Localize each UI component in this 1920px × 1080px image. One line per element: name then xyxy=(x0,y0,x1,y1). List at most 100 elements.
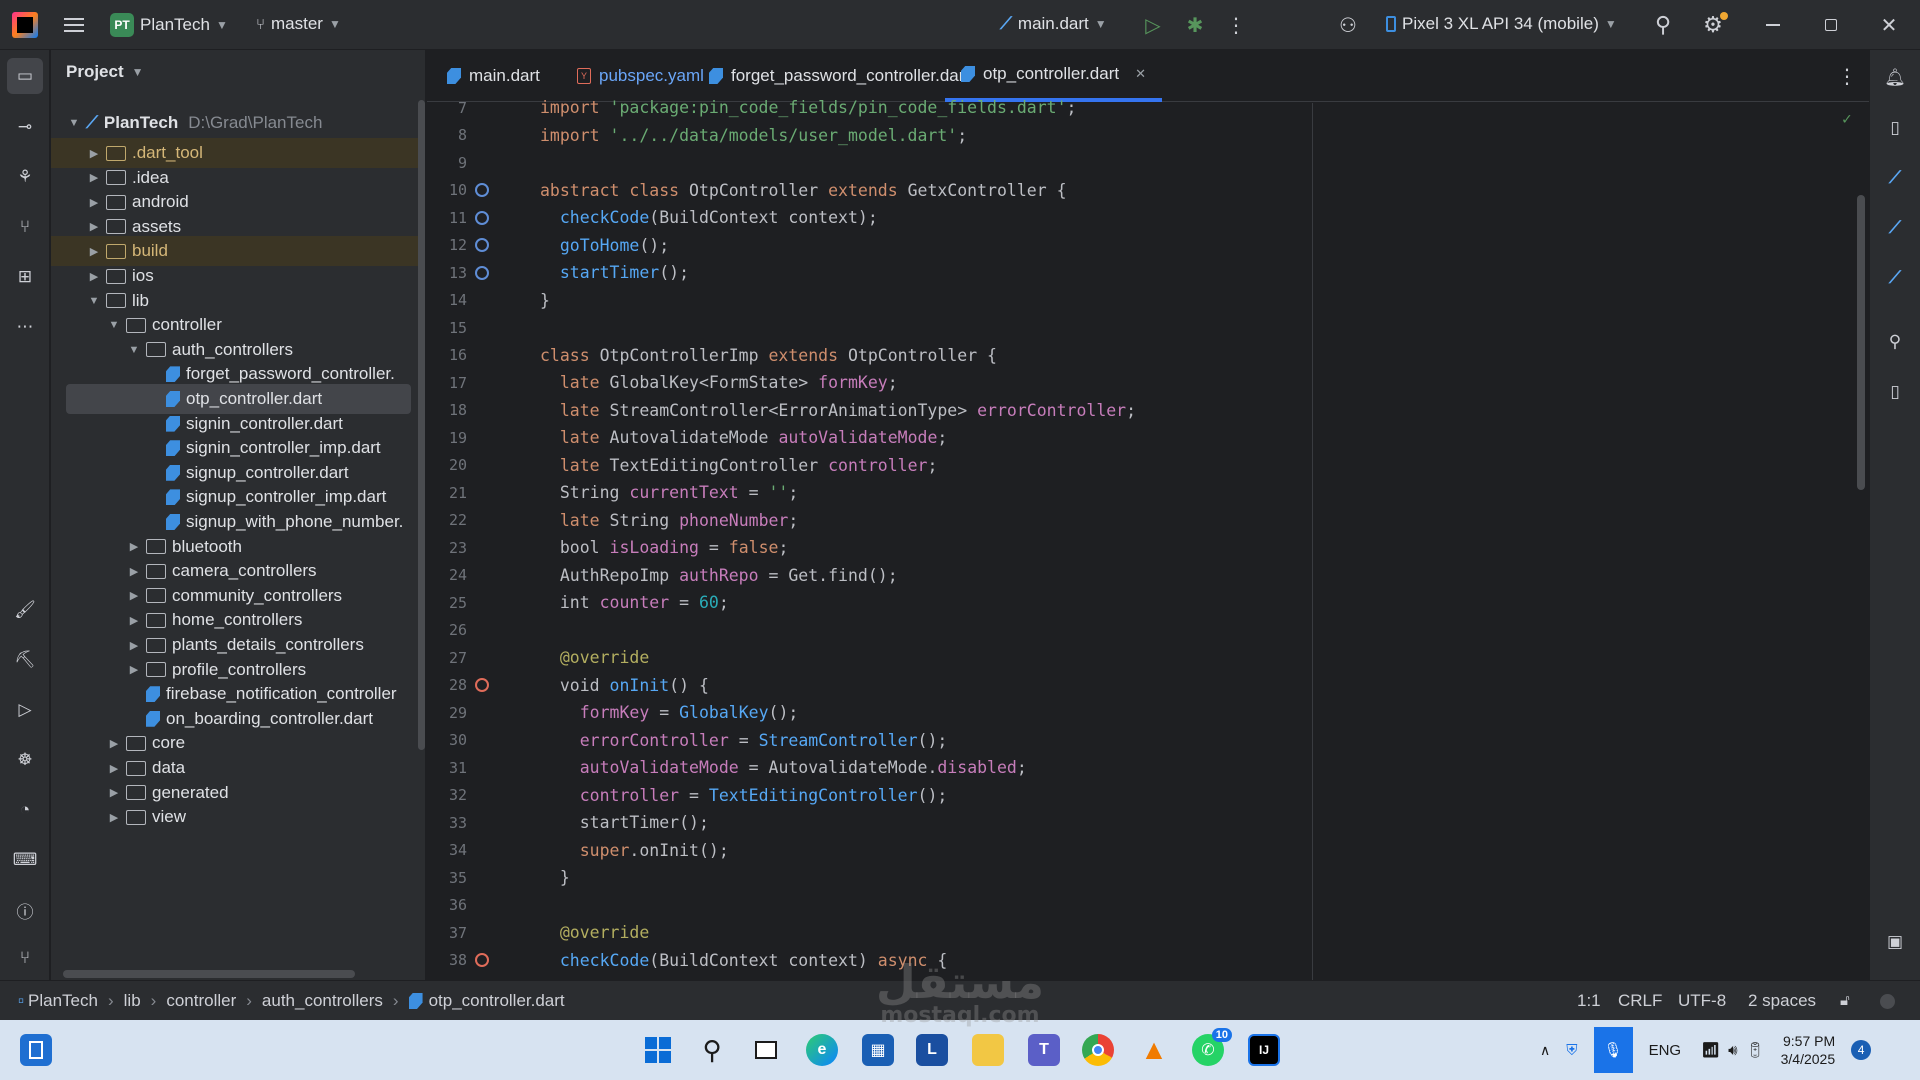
read-only-lock-icon[interactable]: 🔓︎ xyxy=(1840,992,1850,1009)
file-encoding[interactable]: UTF-8 xyxy=(1678,991,1726,1011)
file-explorer-icon[interactable] xyxy=(972,1034,1004,1066)
code-line[interactable]: 29 formKey = GlobalKey(); xyxy=(427,699,1869,726)
code-line[interactable]: 34 super.onInit(); xyxy=(427,837,1869,864)
pull-requests-icon[interactable]: ⑂ xyxy=(10,212,40,242)
memory-indicator-icon[interactable] xyxy=(1880,994,1895,1009)
code-line[interactable]: 28 void onInit() { xyxy=(427,672,1869,699)
device-manager-icon[interactable]: ▯ xyxy=(1881,114,1909,142)
problems-icon[interactable]: ⓘ xyxy=(10,895,40,925)
chevron-down-icon[interactable]: ▼ xyxy=(126,344,142,356)
code-line[interactable]: 8 import '../../data/models/user_model.da… xyxy=(427,122,1869,149)
breadcrumb-item[interactable]: otp_controller.dart xyxy=(429,991,565,1011)
chevron-right-icon[interactable]: ▶ xyxy=(106,762,122,775)
code-line[interactable]: 24 AuthRepoImp authRepo = Get.find(); xyxy=(427,562,1869,589)
chevron-right-icon[interactable]: ▶ xyxy=(126,639,142,652)
task-view-icon[interactable] xyxy=(750,1034,782,1066)
chevron-right-icon[interactable]: ▶ xyxy=(86,220,102,233)
implemented-gutter-icon[interactable] xyxy=(475,265,489,280)
chevron-right-icon[interactable]: ▶ xyxy=(126,663,142,676)
whatsapp-icon[interactable]: ✆ 10 xyxy=(1192,1028,1232,1066)
code-line[interactable]: 15 xyxy=(427,314,1869,341)
app-logo-icon[interactable] xyxy=(12,12,38,38)
microphone-icon[interactable]: 🎙︎ xyxy=(1593,1027,1633,1073)
minimize-icon[interactable] xyxy=(1760,12,1786,38)
code-line[interactable]: 23 bool isLoading = false; xyxy=(427,534,1869,561)
code-line[interactable]: 10 abstract class OtpController extends G… xyxy=(427,177,1869,204)
code-line[interactable]: 31 autoValidateMode = AutovalidateMode.d… xyxy=(427,754,1869,781)
input-language[interactable]: ENG xyxy=(1649,1042,1682,1059)
chevron-right-icon[interactable]: ▶ xyxy=(106,811,122,824)
settings-icon[interactable]: ⚙ xyxy=(1700,12,1728,38)
line-ending[interactable]: CRLF xyxy=(1618,991,1662,1011)
version-control-icon[interactable]: ⑂ xyxy=(10,943,40,973)
lightshot-icon[interactable]: L xyxy=(916,1034,948,1066)
terminal-icon[interactable]: ⌨ xyxy=(10,845,40,875)
restore-icon[interactable] xyxy=(1818,12,1844,38)
device-selector[interactable]: Pixel 3 XL API 34 (mobile) ▼ xyxy=(1386,14,1617,34)
notification-badge[interactable]: 4 xyxy=(1851,1040,1872,1060)
structure-icon[interactable]: ⚘ xyxy=(10,162,40,192)
implemented-gutter-icon[interactable] xyxy=(475,183,489,197)
code-line[interactable]: 36 xyxy=(427,892,1869,919)
project-folder-icon[interactable]: ▭ xyxy=(7,58,43,94)
code-line[interactable]: 13 startTimer(); xyxy=(427,259,1869,286)
caret-position[interactable]: 1:1 xyxy=(1577,991,1601,1011)
chevron-right-icon[interactable]: ▶ xyxy=(86,245,102,258)
chevron-down-icon[interactable]: ▼ xyxy=(106,319,122,331)
code-line[interactable]: 18 late StreamController<ErrorAnimationT… xyxy=(427,397,1869,424)
project-panel-header[interactable]: Project ▼ xyxy=(66,62,144,82)
resource-manager-icon[interactable]: ⊞ xyxy=(10,262,40,292)
code-line[interactable]: 35 } xyxy=(427,864,1869,891)
breadcrumb-item[interactable]: lib xyxy=(124,991,141,1011)
editor-scrollbar[interactable] xyxy=(1857,195,1865,490)
taskbar-search-icon[interactable]: ⚲ xyxy=(696,1034,728,1066)
code-line[interactable]: 20 late TextEditingController controller… xyxy=(427,452,1869,479)
tree-root[interactable]: ▼ ⟋ PlanTech D:\Grad\PlanTech xyxy=(51,108,425,138)
breadcrumb-item[interactable]: auth_controllers xyxy=(262,991,383,1011)
code-line[interactable]: 12 goToHome(); xyxy=(427,232,1869,259)
code-line[interactable]: 25 int counter = 60; xyxy=(427,589,1869,616)
edge-icon[interactable]: e xyxy=(806,1034,838,1066)
code-line[interactable]: 14} xyxy=(427,287,1869,314)
code-line[interactable]: 21 String currentText = ''; xyxy=(427,479,1869,506)
chevron-right-icon[interactable]: ▶ xyxy=(86,171,102,184)
code-line[interactable]: 37 @override xyxy=(427,919,1869,946)
code-line[interactable]: 19 late AutovalidateMode autoValidateMod… xyxy=(427,424,1869,451)
chevron-right-icon[interactable]: ▶ xyxy=(106,786,122,799)
code-line[interactable]: 22 late String phoneNumber; xyxy=(427,507,1869,534)
code-line[interactable]: 26 xyxy=(427,617,1869,644)
project-selector[interactable]: PT PlanTech ▼ xyxy=(110,13,228,37)
debug-icon[interactable]: ✱ xyxy=(1182,12,1208,38)
chevron-right-icon[interactable]: ▶ xyxy=(126,565,142,578)
override-gutter-icon[interactable] xyxy=(475,678,489,692)
implemented-gutter-icon[interactable] xyxy=(475,238,489,252)
chevron-right-icon[interactable]: ▶ xyxy=(126,540,142,553)
chevron-right-icon[interactable]: ▶ xyxy=(86,196,102,209)
profiler-icon[interactable]: ◔ xyxy=(10,795,40,825)
more-actions-icon[interactable]: ⋮ xyxy=(1226,12,1246,38)
close-tab-icon[interactable]: ✕ xyxy=(1135,66,1146,82)
clock[interactable]: 9:57 PM 3/4/2025 xyxy=(1781,1032,1836,1068)
run-icon[interactable]: ▷ xyxy=(1140,12,1166,38)
code-line[interactable]: 27 @override xyxy=(427,644,1869,671)
teams-icon[interactable]: T xyxy=(1028,1034,1060,1066)
code-line[interactable]: 17 late GlobalKey<FormState> formKey; xyxy=(427,369,1869,396)
flutter-performance-icon[interactable]: ⟋ xyxy=(1881,264,1909,292)
code-line[interactable]: 32 controller = TextEditingController(); xyxy=(427,782,1869,809)
code-line[interactable]: 30 errorController = StreamController(); xyxy=(427,727,1869,754)
commit-icon[interactable]: ⊸ xyxy=(10,112,40,142)
chevron-down-icon[interactable]: ▼ xyxy=(86,295,102,307)
code-line[interactable]: 11 checkCode(BuildContext context); xyxy=(427,204,1869,231)
code-line[interactable]: 16 class OtpControllerImp extends OtpCont… xyxy=(427,342,1869,369)
override-gutter-icon[interactable] xyxy=(475,953,489,967)
flutter-outline-icon[interactable]: ⟋ xyxy=(1881,214,1909,242)
gemini-chat-icon[interactable]: ▣ xyxy=(1881,928,1909,956)
run-window-icon[interactable]: ▷ xyxy=(10,695,40,725)
code-line[interactable]: 7 import 'package:pin_code_fields/pin_cod… xyxy=(427,94,1869,121)
volume-icon[interactable]: 🔊︎ xyxy=(1728,1042,1737,1059)
breadcrumb-item[interactable]: controller xyxy=(166,991,236,1011)
wifi-icon[interactable]: 📶︎ xyxy=(1701,1041,1720,1059)
running-devices-icon[interactable]: ▯ xyxy=(1881,378,1909,406)
breadcrumb-item[interactable]: PlanTech xyxy=(28,991,98,1011)
chevron-right-icon[interactable]: ▶ xyxy=(126,589,142,602)
